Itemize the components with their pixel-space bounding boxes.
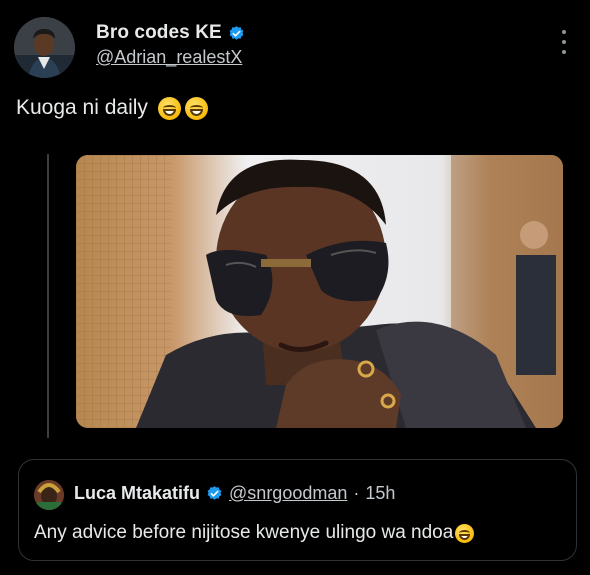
grinning-sweat-emoji	[184, 96, 208, 120]
quoted-timestamp[interactable]: 15h	[365, 483, 395, 504]
quoted-body: Any advice before nijitose kwenye ulingo…	[34, 522, 454, 543]
dot	[562, 30, 566, 34]
grinning-sweat-emoji	[157, 96, 181, 120]
author-display-name[interactable]: Bro codes KE	[96, 22, 222, 44]
quoted-display-name[interactable]: Luca Mtakatifu	[74, 483, 200, 504]
quoted-author-avatar[interactable]	[34, 480, 64, 510]
quoted-author-row[interactable]: Luca Mtakatifu @snrgoodman · 15h	[74, 483, 395, 504]
quoted-tweet-card[interactable]: Luca Mtakatifu @snrgoodman · 15h Any adv…	[18, 459, 577, 561]
verified-badge-icon	[228, 25, 245, 42]
author-avatar[interactable]	[14, 17, 75, 78]
quoted-tweet-text: Any advice before nijitose kwenye ulingo…	[34, 522, 475, 544]
author-name-row[interactable]: Bro codes KE	[96, 22, 245, 44]
dot	[562, 50, 566, 54]
dot	[562, 40, 566, 44]
thread-line	[47, 154, 49, 438]
separator-dot: ·	[353, 483, 360, 503]
tweet-media-image[interactable]	[76, 155, 563, 428]
grinning-sweat-emoji	[455, 523, 475, 543]
more-options-icon[interactable]	[557, 30, 571, 54]
verified-badge-icon	[206, 485, 223, 502]
tweet-text: Kuoga ni daily	[16, 96, 208, 120]
quoted-handle[interactable]: @snrgoodman	[229, 483, 347, 504]
author-handle[interactable]: @Adrian_realestX	[96, 47, 242, 68]
tweet-body: Kuoga ni daily	[16, 96, 148, 119]
